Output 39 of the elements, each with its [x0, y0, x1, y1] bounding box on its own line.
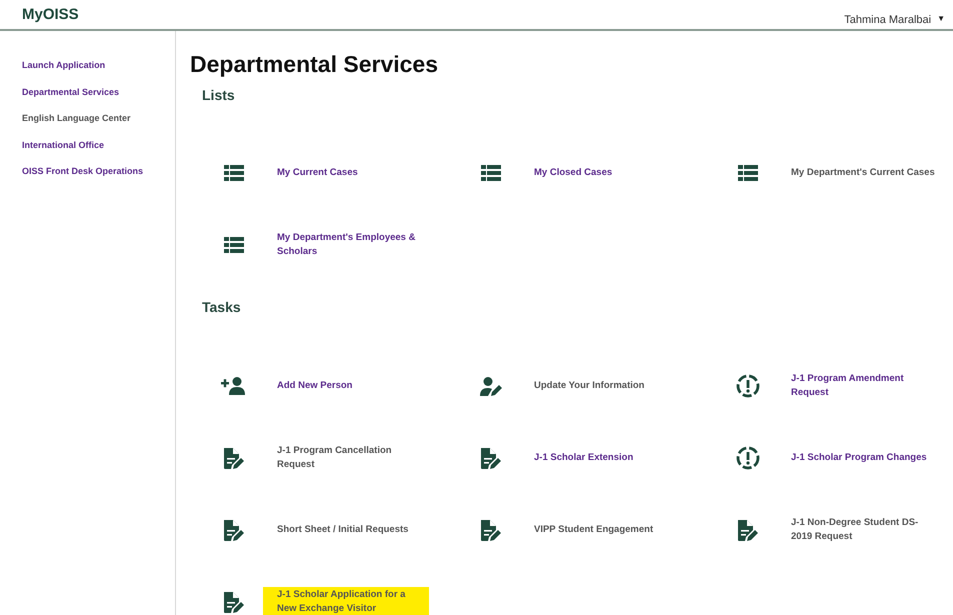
add-person-icon[interactable]: [220, 377, 246, 396]
alert-circle-icon[interactable]: [736, 374, 760, 398]
document-pencil-icon[interactable]: [738, 519, 758, 542]
sidebar-link[interactable]: English Language Center: [22, 112, 175, 126]
section-heading: Tasks: [202, 299, 242, 316]
task-link[interactable]: Short Sheet / Initial Requests: [277, 523, 425, 538]
user-menu[interactable]: Tahmina Maralbai: [844, 12, 932, 29]
list-icon[interactable]: [224, 165, 244, 182]
task-link[interactable]: J-1 Scholar Extension: [534, 451, 682, 466]
task-link[interactable]: VIPP Student Engagement: [534, 523, 682, 538]
document-pencil-icon[interactable]: [224, 519, 244, 542]
page-title: Departmental Services: [190, 51, 440, 79]
sidebar-link[interactable]: International Office: [22, 138, 175, 152]
brand-title: MyOISS: [22, 5, 79, 25]
task-link[interactable]: J-1 Program Amendment Request: [791, 372, 939, 400]
document-pencil-icon[interactable]: [480, 447, 500, 470]
task-link[interactable]: J-1 Scholar Program Changes: [791, 451, 939, 466]
person-pencil-icon[interactable]: [480, 376, 502, 396]
caret-icon[interactable]: ▼: [937, 13, 945, 29]
document-pencil-icon[interactable]: [480, 519, 500, 542]
task-link[interactable]: My Current Cases: [277, 166, 425, 180]
task-link[interactable]: My Department's Current Cases: [791, 166, 939, 180]
document-pencil-icon[interactable]: [224, 447, 244, 470]
sidebar-link[interactable]: OISS Front Desk Operations: [22, 165, 175, 178]
task-link[interactable]: J-1 Program Cancellation Request: [277, 444, 425, 472]
task-link[interactable]: My Closed Cases: [534, 166, 682, 180]
sidebar-link[interactable]: Launch Application: [22, 59, 175, 72]
list-icon[interactable]: [224, 237, 244, 254]
document-pencil-icon[interactable]: [224, 591, 244, 614]
sidebar-link[interactable]: Departmental Services: [22, 86, 175, 99]
alert-circle-icon[interactable]: [736, 446, 760, 470]
section-heading: Lists: [202, 86, 236, 104]
task-link[interactable]: J-1 Scholar Application for a New Exchange Visitor: [263, 586, 429, 615]
list-icon[interactable]: [480, 165, 500, 182]
list-icon[interactable]: [738, 165, 758, 182]
task-link[interactable]: My Department's Employees & Scholars: [277, 231, 425, 260]
task-link[interactable]: J-1 Non-Degree Student DS-2019 Request: [791, 516, 939, 544]
task-link[interactable]: Update Your Information: [534, 379, 682, 394]
task-link[interactable]: Add New Person: [277, 379, 425, 394]
